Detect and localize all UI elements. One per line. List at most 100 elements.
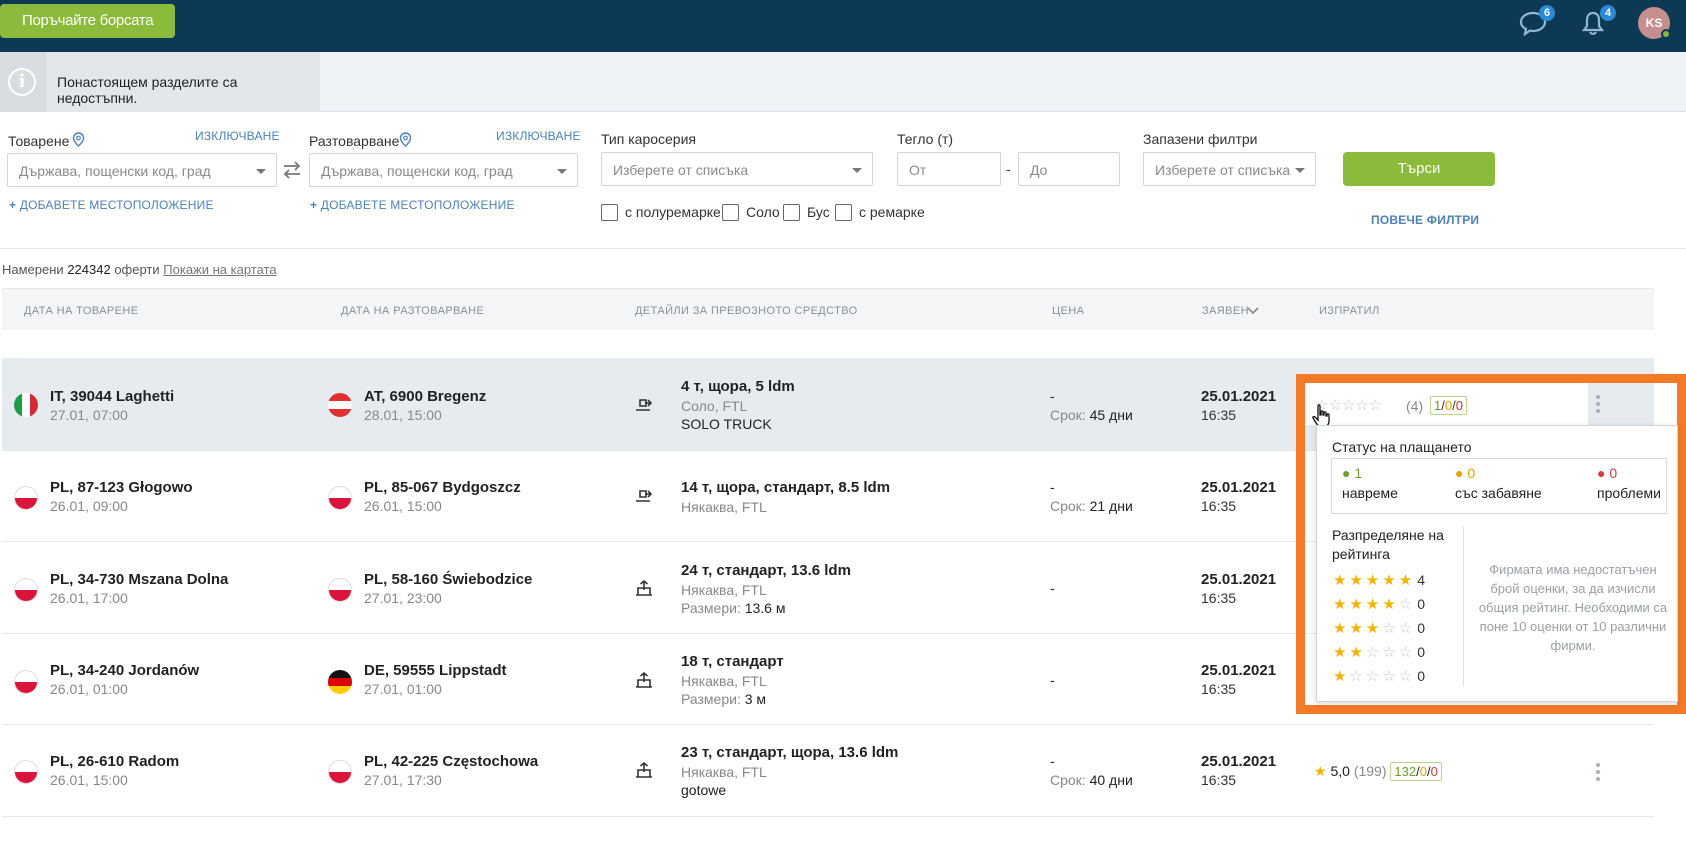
posted-time: 16:35 xyxy=(1201,772,1237,788)
unloading-date: 28.01, 15:00 xyxy=(364,407,442,423)
term-label: Срок: xyxy=(1050,498,1086,514)
weight-from-input[interactable]: От xyxy=(897,152,1001,186)
problems-label: проблеми xyxy=(1597,485,1661,501)
loading-add-location-link[interactable]: + ДОБАВЕТЕ МЕСТОПОЛОЖЕНИЕ xyxy=(9,198,214,212)
saved-filters-select[interactable]: Изберете от списъка xyxy=(1143,152,1316,186)
weight-to-input[interactable]: До xyxy=(1018,152,1120,186)
unloading-location-input[interactable]: Държава, пощенски код, град xyxy=(309,153,578,187)
col-loading-date[interactable]: ДАТА НА ТОВАРЕНЕ xyxy=(24,305,138,317)
table-row[interactable]: PL, 26-610 Radom 26.01, 15:00 PL, 42-225… xyxy=(2,725,1654,817)
unloading-add-location-link[interactable]: + ДОБАВЕТЕ МЕСТОПОЛОЖЕНИЕ xyxy=(310,198,515,212)
unloading-city: PL, 85-067 Bydgoszcz xyxy=(364,479,521,496)
posted-date: 25.01.2021 xyxy=(1201,753,1277,770)
location-pin-icon xyxy=(72,132,85,147)
chevron-down-icon xyxy=(852,168,862,173)
notice-bar: i Понастоящем разделите са недостъпни. xyxy=(0,52,1686,112)
show-on-map-link[interactable]: Покажи на картата xyxy=(163,262,276,277)
col-unloading-date[interactable]: ДАТА НА РАЗТОВАРВАНЕ xyxy=(341,305,484,317)
loading-label: Товарене xyxy=(8,133,70,149)
late-stat: ● 0 xyxy=(1455,465,1475,481)
price: - xyxy=(1050,388,1055,404)
flag-de-icon xyxy=(328,670,352,694)
col-price[interactable]: ЦЕНА xyxy=(1052,305,1084,317)
unloading-city: PL, 58-160 Świebodzice xyxy=(364,571,533,588)
notifications-button[interactable]: 4 xyxy=(1580,5,1616,40)
flag-it-icon xyxy=(14,393,38,417)
vehicle-summary: 14 т, щора, стандарт, 8.5 ldm xyxy=(681,479,891,496)
flag-pl-icon xyxy=(328,578,352,602)
dimensions-label: Размери: xyxy=(681,600,741,616)
results-count: 224342 xyxy=(67,262,111,277)
unloading-label: Разтоварване xyxy=(309,133,400,149)
rating-popup: Статус на плащането ● 1 навреме ● 0 със … xyxy=(1316,425,1678,702)
weight-label: Тегло (т) xyxy=(897,131,954,147)
unloading-city: DE, 59555 Lippstadt xyxy=(364,662,507,679)
flag-pl-icon xyxy=(14,578,38,602)
stars-icon: ★★★★★ xyxy=(1333,572,1416,589)
loading-placeholder: Държава, пощенски код, град xyxy=(19,163,211,179)
stars-icon: ★☆☆☆☆ xyxy=(1333,668,1416,685)
body-type-select[interactable]: Изберете от списъка xyxy=(601,152,873,186)
col-sender[interactable]: ИЗПРАТИЛ xyxy=(1319,305,1380,317)
distribution-row: ★★☆☆☆ 0 xyxy=(1333,643,1425,661)
saved-filters-placeholder: Изберете от списъка xyxy=(1155,162,1291,178)
unloading-exclude-link[interactable]: ИЗКЛЮЧВАНЕ xyxy=(496,129,581,143)
flag-at-icon xyxy=(328,393,352,417)
on-time-value: 1 xyxy=(1354,465,1363,481)
filters-divider xyxy=(0,248,1686,249)
messages-button[interactable]: 6 xyxy=(1519,5,1555,40)
col-vehicle-details[interactable]: ДЕТАЙЛИ ЗА ПРЕВОЗНОТО СРЕДСТВО xyxy=(635,305,858,317)
flag-pl-icon xyxy=(14,760,38,784)
unloading-date: 27.01, 17:30 xyxy=(364,772,442,788)
vehicle-note: SOLO TRUCK xyxy=(681,416,772,432)
loading-city: PL, 87-123 Głogowo xyxy=(50,479,193,496)
unloading-city: PL, 42-225 Częstochowa xyxy=(364,753,539,770)
weight-from-placeholder: От xyxy=(909,162,927,178)
semitrailer-label: с полуремарке xyxy=(625,204,721,220)
swap-arrows-icon[interactable] xyxy=(281,160,303,180)
stars-icon: ★★☆☆☆ xyxy=(1333,644,1416,661)
posted-time: 16:35 xyxy=(1201,407,1237,423)
dimensions-value: 3 м xyxy=(744,691,767,707)
dimensions-value: 13.6 м xyxy=(744,600,786,616)
avatar-initials: KS xyxy=(1645,16,1663,30)
loading-location-input[interactable]: Държава, пощенски код, град xyxy=(7,153,277,187)
late-label: със забавяне xyxy=(1455,485,1542,501)
vehicle-type: Соло, FTL xyxy=(681,398,748,414)
results-summary: Намерени 224342 оферти Покажи на картата xyxy=(2,262,277,277)
posted-date: 25.01.2021 xyxy=(1201,571,1277,588)
distribution-title: Разпределяне на рейтинга xyxy=(1332,527,1444,562)
price: - xyxy=(1050,479,1055,495)
unloading-date: 27.01, 01:00 xyxy=(364,681,442,697)
col-posted[interactable]: ЗАЯВЕН xyxy=(1202,305,1249,317)
order-exchange-button[interactable]: Поръчайте борсата xyxy=(0,4,176,38)
trailer-checkbox[interactable] xyxy=(835,204,852,221)
semitrailer-checkbox[interactable] xyxy=(601,204,618,221)
distribution-row: ★★★★☆ 0 xyxy=(1333,595,1425,613)
distribution-count: 0 xyxy=(1417,668,1426,684)
loading-exclude-link[interactable]: ИЗКЛЮЧВАНЕ xyxy=(195,129,280,143)
term-label: Срок: xyxy=(1050,407,1086,423)
sender-rating-hovered[interactable]: ☆☆☆☆☆ (4) 1/0/0 xyxy=(1305,383,1588,428)
sort-chevron-down-icon[interactable] xyxy=(1247,307,1259,315)
posted-date: 25.01.2021 xyxy=(1201,388,1277,405)
late-value: 0 xyxy=(1467,465,1476,481)
user-avatar[interactable]: KS xyxy=(1638,7,1671,39)
sender-rating[interactable]: ★ 5,0 (199) 132/0/0 xyxy=(1314,762,1442,781)
van-checkbox[interactable] xyxy=(783,204,800,221)
rating-value: 5,0 xyxy=(1330,763,1350,779)
solo-checkbox[interactable] xyxy=(722,204,739,221)
unloading-city: AT, 6900 Bregenz xyxy=(364,388,487,405)
vehicle-type: Някаква, FTL xyxy=(681,673,767,689)
table-header: ДАТА НА ТОВАРЕНЕ ДАТА НА РАЗТОВАРВАНЕ ДЕ… xyxy=(2,288,1654,330)
search-button[interactable]: Търси xyxy=(1343,152,1495,186)
notice-message: Понастоящем разделите са недостъпни. xyxy=(46,52,320,112)
on-time-stat: ● 1 xyxy=(1342,465,1362,481)
star-icon: ★ xyxy=(1314,763,1327,779)
insufficient-ratings-note: Фирмата има недостатъчен брой оценки, за… xyxy=(1478,562,1668,653)
vehicle-type: Някаква, FTL xyxy=(681,764,767,780)
vehicle-type: Някаква, FTL xyxy=(681,499,767,515)
notice-text: Понастоящем разделите са недостъпни. xyxy=(57,74,238,106)
row-menu-icon[interactable] xyxy=(1596,763,1600,781)
more-filters-link[interactable]: ПОВЕЧЕ ФИЛТРИ xyxy=(1371,213,1479,227)
